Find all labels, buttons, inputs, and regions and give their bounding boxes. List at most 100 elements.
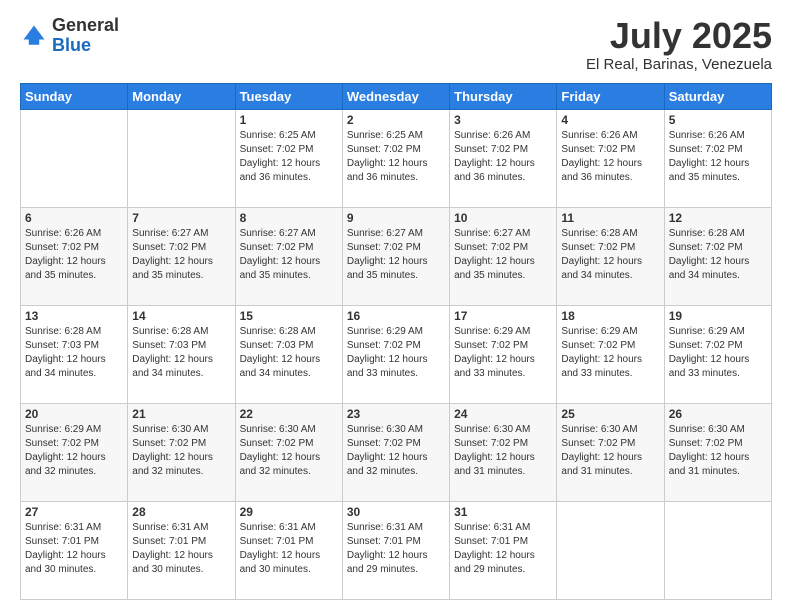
calendar-week-row: 27 Sunrise: 6:31 AMSunset: 7:01 PMDayligh… — [21, 501, 772, 599]
calendar-day-cell: 16 Sunrise: 6:29 AMSunset: 7:02 PMDayligh… — [342, 305, 449, 403]
col-saturday: Saturday — [664, 83, 771, 109]
day-info: Sunrise: 6:31 AMSunset: 7:01 PMDaylight:… — [454, 521, 552, 577]
day-info: Sunrise: 6:26 AMSunset: 7:02 PMDaylight:… — [25, 227, 123, 283]
day-info: Sunrise: 6:27 AMSunset: 7:02 PMDaylight:… — [454, 227, 552, 283]
logo-blue-text: Blue — [52, 35, 91, 55]
day-info: Sunrise: 6:29 AMSunset: 7:02 PMDaylight:… — [25, 423, 123, 479]
day-number: 11 — [561, 211, 659, 225]
day-number: 9 — [347, 211, 445, 225]
day-number: 19 — [669, 309, 767, 323]
day-number: 2 — [347, 113, 445, 127]
calendar-week-row: 20 Sunrise: 6:29 AMSunset: 7:02 PMDayligh… — [21, 403, 772, 501]
day-number: 12 — [669, 211, 767, 225]
day-number: 1 — [240, 113, 338, 127]
day-info: Sunrise: 6:26 AMSunset: 7:02 PMDaylight:… — [669, 129, 767, 185]
calendar-day-cell: 26Sunrise: 6:30 AMSunset: 7:02 PMDayligh… — [664, 403, 771, 501]
day-number: 24 — [454, 407, 552, 421]
day-number: 23 — [347, 407, 445, 421]
calendar-day-cell: 14 Sunrise: 6:28 AMSunset: 7:03 PMDayligh… — [128, 305, 235, 403]
day-number: 21 — [132, 407, 230, 421]
day-number: 15 — [240, 309, 338, 323]
calendar-day-cell: 20 Sunrise: 6:29 AMSunset: 7:02 PMDayligh… — [21, 403, 128, 501]
day-info: Sunrise: 6:29 AMSunset: 7:02 PMDaylight:… — [347, 325, 445, 381]
day-info: Sunrise: 6:26 AMSunset: 7:02 PMDaylight:… — [454, 129, 552, 185]
day-number: 5 — [669, 113, 767, 127]
calendar-day-cell: 1 Sunrise: 6:25 AMSunset: 7:02 PMDaylight… — [235, 109, 342, 207]
day-info: Sunrise: 6:31 AMSunset: 7:01 PMDaylight:… — [132, 521, 230, 577]
calendar-day-cell: 5 Sunrise: 6:26 AMSunset: 7:02 PMDaylight… — [664, 109, 771, 207]
day-info: Sunrise: 6:30 AMSunset: 7:02 PMDaylight:… — [347, 423, 445, 479]
day-info: Sunrise: 6:30 AMSunset: 7:02 PMDaylight:… — [669, 423, 767, 479]
calendar-day-cell: 13 Sunrise: 6:28 AMSunset: 7:03 PMDayligh… — [21, 305, 128, 403]
day-number: 7 — [132, 211, 230, 225]
calendar-day-cell — [664, 501, 771, 599]
calendar-day-cell: 17 Sunrise: 6:29 AMSunset: 7:02 PMDayligh… — [450, 305, 557, 403]
day-number: 6 — [25, 211, 123, 225]
day-info: Sunrise: 6:31 AMSunset: 7:01 PMDaylight:… — [240, 521, 338, 577]
day-number: 3 — [454, 113, 552, 127]
calendar-day-cell: 9 Sunrise: 6:27 AMSunset: 7:02 PMDaylight… — [342, 207, 449, 305]
day-number: 13 — [25, 309, 123, 323]
day-info: Sunrise: 6:31 AMSunset: 7:01 PMDaylight:… — [347, 521, 445, 577]
calendar-day-cell — [128, 109, 235, 207]
day-info: Sunrise: 6:31 AMSunset: 7:01 PMDaylight:… — [25, 521, 123, 577]
day-info: Sunrise: 6:29 AMSunset: 7:02 PMDaylight:… — [561, 325, 659, 381]
logo: General Blue — [20, 16, 119, 56]
calendar-day-cell: 12Sunrise: 6:28 AMSunset: 7:02 PMDayligh… — [664, 207, 771, 305]
calendar-header-row: Sunday Monday Tuesday Wednesday Thursday… — [21, 83, 772, 109]
day-info: Sunrise: 6:26 AMSunset: 7:02 PMDaylight:… — [561, 129, 659, 185]
calendar-day-cell: 29 Sunrise: 6:31 AMSunset: 7:01 PMDayligh… — [235, 501, 342, 599]
calendar-day-cell: 3 Sunrise: 6:26 AMSunset: 7:02 PMDaylight… — [450, 109, 557, 207]
calendar-day-cell: 4 Sunrise: 6:26 AMSunset: 7:02 PMDaylight… — [557, 109, 664, 207]
day-number: 31 — [454, 505, 552, 519]
calendar-week-row: 13 Sunrise: 6:28 AMSunset: 7:03 PMDayligh… — [21, 305, 772, 403]
day-number: 29 — [240, 505, 338, 519]
day-info: Sunrise: 6:27 AMSunset: 7:02 PMDaylight:… — [347, 227, 445, 283]
day-info: Sunrise: 6:27 AMSunset: 7:02 PMDaylight:… — [240, 227, 338, 283]
day-number: 16 — [347, 309, 445, 323]
day-info: Sunrise: 6:28 AMSunset: 7:03 PMDaylight:… — [25, 325, 123, 381]
day-number: 14 — [132, 309, 230, 323]
location: El Real, Barinas, Venezuela — [586, 56, 772, 73]
calendar-day-cell: 27 Sunrise: 6:31 AMSunset: 7:01 PMDayligh… — [21, 501, 128, 599]
calendar-day-cell: 28Sunrise: 6:31 AMSunset: 7:01 PMDayligh… — [128, 501, 235, 599]
day-info: Sunrise: 6:27 AMSunset: 7:02 PMDaylight:… — [132, 227, 230, 283]
calendar-day-cell: 18 Sunrise: 6:29 AMSunset: 7:02 PMDayligh… — [557, 305, 664, 403]
day-info: Sunrise: 6:30 AMSunset: 7:02 PMDaylight:… — [454, 423, 552, 479]
day-info: Sunrise: 6:25 AMSunset: 7:02 PMDaylight:… — [240, 129, 338, 185]
day-info: Sunrise: 6:30 AMSunset: 7:02 PMDaylight:… — [561, 423, 659, 479]
day-info: Sunrise: 6:28 AMSunset: 7:03 PMDaylight:… — [132, 325, 230, 381]
day-number: 20 — [25, 407, 123, 421]
day-number: 10 — [454, 211, 552, 225]
logo-icon — [20, 22, 48, 50]
calendar-day-cell: 15Sunrise: 6:28 AMSunset: 7:03 PMDayligh… — [235, 305, 342, 403]
day-number: 4 — [561, 113, 659, 127]
day-number: 27 — [25, 505, 123, 519]
calendar-table: Sunday Monday Tuesday Wednesday Thursday… — [20, 83, 772, 600]
day-info: Sunrise: 6:29 AMSunset: 7:02 PMDaylight:… — [669, 325, 767, 381]
calendar-day-cell: 11 Sunrise: 6:28 AMSunset: 7:02 PMDayligh… — [557, 207, 664, 305]
calendar-day-cell — [557, 501, 664, 599]
calendar-week-row: 1 Sunrise: 6:25 AMSunset: 7:02 PMDaylight… — [21, 109, 772, 207]
calendar-day-cell: 22Sunrise: 6:30 AMSunset: 7:02 PMDayligh… — [235, 403, 342, 501]
calendar-day-cell: 23 Sunrise: 6:30 AMSunset: 7:02 PMDayligh… — [342, 403, 449, 501]
col-monday: Monday — [128, 83, 235, 109]
header: General Blue July 2025 El Real, Barinas,… — [20, 16, 772, 73]
day-number: 25 — [561, 407, 659, 421]
day-info: Sunrise: 6:29 AMSunset: 7:02 PMDaylight:… — [454, 325, 552, 381]
day-info: Sunrise: 6:28 AMSunset: 7:02 PMDaylight:… — [561, 227, 659, 283]
calendar-day-cell: 25 Sunrise: 6:30 AMSunset: 7:02 PMDayligh… — [557, 403, 664, 501]
calendar-day-cell: 19 Sunrise: 6:29 AMSunset: 7:02 PMDayligh… — [664, 305, 771, 403]
day-info: Sunrise: 6:25 AMSunset: 7:02 PMDaylight:… — [347, 129, 445, 185]
col-wednesday: Wednesday — [342, 83, 449, 109]
logo-general-text: General — [52, 15, 119, 35]
col-friday: Friday — [557, 83, 664, 109]
day-number: 17 — [454, 309, 552, 323]
calendar-week-row: 6 Sunrise: 6:26 AMSunset: 7:02 PMDaylight… — [21, 207, 772, 305]
calendar-day-cell: 30Sunrise: 6:31 AMSunset: 7:01 PMDayligh… — [342, 501, 449, 599]
calendar-day-cell: 2 Sunrise: 6:25 AMSunset: 7:02 PMDaylight… — [342, 109, 449, 207]
month-title: July 2025 — [586, 16, 772, 56]
day-info: Sunrise: 6:30 AMSunset: 7:02 PMDaylight:… — [240, 423, 338, 479]
calendar-day-cell: 21Sunrise: 6:30 AMSunset: 7:02 PMDayligh… — [128, 403, 235, 501]
day-number: 18 — [561, 309, 659, 323]
